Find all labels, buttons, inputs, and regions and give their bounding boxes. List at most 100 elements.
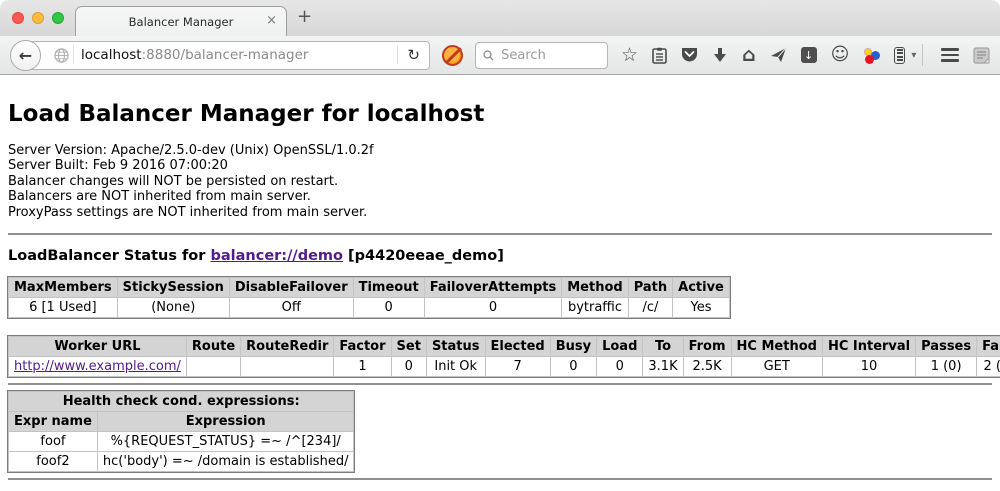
column-header: Load [597,337,643,357]
tab-balancer-manager[interactable]: Balancer Manager × [75,6,287,36]
toolbar-right [918,44,990,66]
notes-extension-icon[interactable] [973,47,990,64]
search-box[interactable] [475,42,608,69]
toolbar-icons: ☆ ⌂ ↓ ☺ [621,46,916,65]
factor-cell: 1 [334,357,391,377]
table-title-row: Health check cond. expressions: [9,392,354,412]
column-header: Expr name [9,412,98,432]
balancer-params-table: MaxMembers StickySession DisableFailover… [8,277,730,318]
video-download-icon[interactable]: ↓ [801,47,817,63]
urlbar-divider [73,46,74,64]
expr-name-cell: foof [9,432,98,452]
smiley-extension-icon[interactable]: ☺ [831,46,850,64]
script-blocker-icon[interactable] [442,45,463,66]
column-header: FailoverAttempts [424,278,562,298]
search-input[interactable] [499,47,600,64]
column-header: Active [673,278,730,298]
column-header: Method [562,278,628,298]
column-header: Path [628,278,672,298]
column-header: Busy [550,337,596,357]
menu-icon[interactable] [941,48,959,62]
bookmark-star-icon[interactable]: ☆ [621,46,638,65]
server-info: Server Version: Apache/2.5.0-dev (Unix) … [8,143,992,220]
table-header-row: MaxMembers StickySession DisableFailover… [9,278,730,298]
url-host: localhost [81,47,142,63]
active-cell: Yes [673,298,730,318]
table-row: foof %{REQUEST_STATUS} =~ /^[234]/ [9,432,354,452]
proxypass-note-line: ProxyPass settings are NOT inherited fro… [8,205,992,220]
column-header: Worker URL [9,337,187,357]
max-members-cell: 6 [1 Used] [9,298,118,318]
status-prefix: LoadBalancer Status for [8,248,210,264]
home-icon[interactable]: ⌂ [742,46,756,65]
navigation-toolbar: ← localhost:8880/balancer-manager ↻ [0,36,1000,75]
column-header: Elected [485,337,550,357]
page-content: Load Balancer Manager for localhost Serv… [0,101,1000,480]
column-header: HC Method [731,337,822,357]
url-bar[interactable]: localhost:8880/balancer-manager ↻ [24,41,430,70]
column-header: From [683,337,731,357]
inherit-note-line: Balancers are NOT inherited from main se… [8,189,992,204]
persist-note-line: Balancer changes will NOT be persisted o… [8,174,992,189]
server-built-line: Server Built: Feb 9 2016 07:00:20 [8,158,992,173]
health-check-table: Health check cond. expressions: Expr nam… [8,391,354,472]
expression-cell: hc('body') =~ /domain is established/ [97,452,354,472]
column-header: DisableFailover [229,278,353,298]
column-header: Fails [977,337,1000,357]
column-header: Passes [916,337,977,357]
sticky-session-cell: (None) [117,298,229,318]
reload-button[interactable]: ↻ [398,46,429,64]
route-redir-cell [241,357,334,377]
expression-cell: %{REQUEST_STATUS} =~ /^[234]/ [97,432,354,452]
back-button[interactable]: ← [10,40,41,71]
status-suffix: [p4420eeae_demo] [343,248,504,264]
elected-cell: 7 [485,357,550,377]
url-text[interactable]: localhost:8880/balancer-manager [81,47,308,63]
close-window-button[interactable] [12,12,24,24]
column-header: To [643,337,683,357]
zoom-window-button[interactable] [52,12,64,24]
workers-table: Worker URL Route RouteRedir Factor Set S… [8,336,1000,377]
window-controls [12,12,64,24]
hc-method-cell: GET [731,357,822,377]
table-header-row: Expr name Expression [9,412,354,432]
search-icon [483,49,494,62]
send-plane-icon[interactable] [770,47,787,63]
column-header: Expression [97,412,354,432]
divider [8,478,992,480]
globe-icon [54,48,69,63]
passes-cell: 1 (0) [916,357,977,377]
health-table-title: Health check cond. expressions: [9,392,354,412]
chevron-down-icon[interactable]: ▾ [911,50,916,61]
set-cell: 0 [391,357,426,377]
colored-dots-extension-icon[interactable] [863,47,880,64]
busy-cell: 0 [550,357,596,377]
container-extension-icon[interactable] [894,47,905,64]
worker-url-cell: http://www.example.com/ [9,357,187,377]
disable-failover-cell: Off [229,298,353,318]
column-header: HC Interval [822,337,915,357]
fails-cell: 2 (0) [977,357,1000,377]
worker-url-link[interactable]: http://www.example.com/ [14,359,181,374]
load-cell: 0 [597,357,643,377]
column-header: Route [186,337,240,357]
table-header-row: Worker URL Route RouteRedir Factor Set S… [9,337,1000,357]
back-icon: ← [19,46,32,65]
clipboard-icon[interactable] [652,47,667,64]
from-cell: 2.5K [683,357,731,377]
minimize-window-button[interactable] [32,12,44,24]
tab-close-icon[interactable]: × [266,14,277,27]
table-row: 6 [1 Used] (None) Off 0 0 bytraffic /c/ … [9,298,730,318]
column-header: RouteRedir [241,337,334,357]
status-cell: Init Ok [426,357,485,377]
column-header: Timeout [353,278,424,298]
tab-bar: Balancer Manager × + [0,0,1000,36]
downloads-icon[interactable] [712,47,728,64]
pocket-icon[interactable] [681,47,698,63]
tab-title: Balancer Manager [129,15,234,29]
balancer-demo-link[interactable]: balancer://demo [210,248,343,264]
divider [8,233,992,235]
new-tab-button[interactable]: + [297,6,312,27]
route-cell [186,357,240,377]
table-row: foof2 hc('body') =~ /domain is establish… [9,452,354,472]
